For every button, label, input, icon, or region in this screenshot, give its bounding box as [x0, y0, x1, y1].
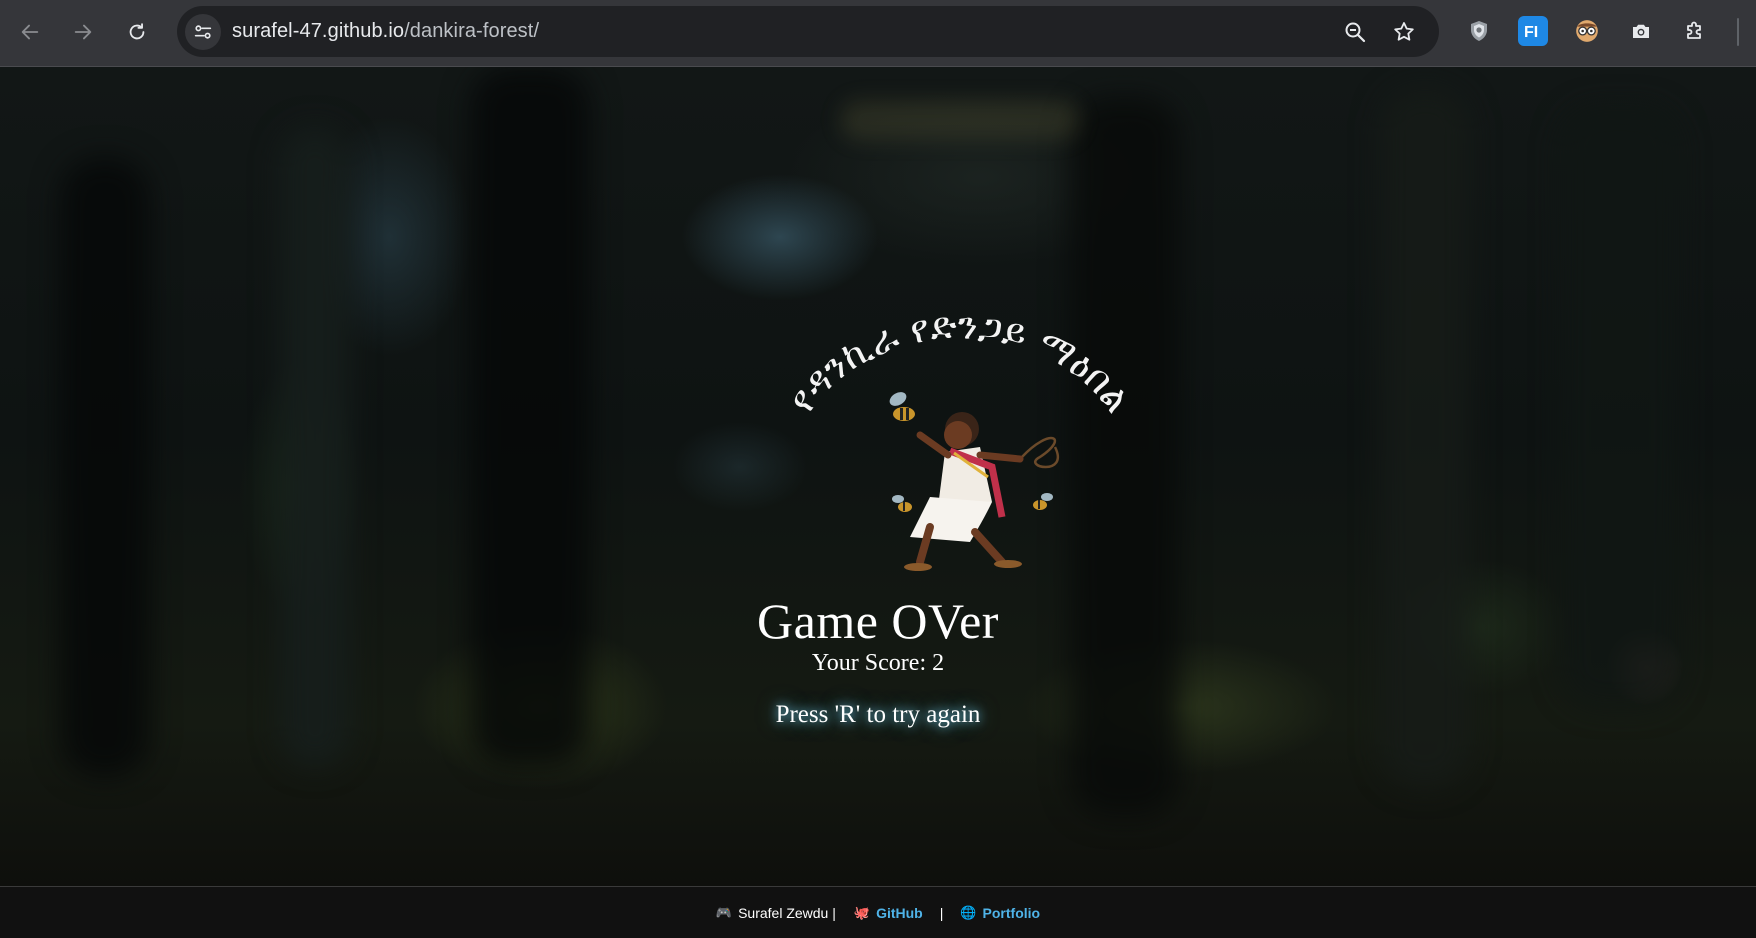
- bookmark-button[interactable]: [1390, 18, 1418, 46]
- whip-icon: [1021, 437, 1059, 469]
- background-tree: [60, 157, 150, 777]
- forward-button[interactable]: [65, 14, 101, 50]
- github-link-wrap: 🐙 GitHub: [854, 905, 923, 921]
- star-icon: [1394, 22, 1414, 41]
- score-text: Your Score: 2: [811, 650, 945, 676]
- arrow-right-icon: [74, 24, 92, 40]
- logo-arc-text: የዳንኪራ የድንጋይ ማዕበል: [779, 303, 1140, 420]
- camera-icon: [1633, 24, 1649, 38]
- author-name: Surafel Zewdu |: [738, 904, 836, 921]
- portfolio-link-wrap: 🌐 Portfolio: [960, 905, 1040, 921]
- gamepad-icon: 🎮: [715, 904, 733, 920]
- zoom-out-icon: [1345, 22, 1366, 43]
- back-button[interactable]: [12, 14, 48, 50]
- logo-illustration: የዳንኪራ የድንጋይ ማዕበል: [779, 303, 1140, 571]
- fi-icon: FI: [1524, 24, 1538, 41]
- browser-toolbar: surafel-47.github.io/dankira-forest/ FI: [0, 0, 1756, 67]
- reload-button[interactable]: [119, 14, 155, 50]
- extensions-button[interactable]: [1680, 16, 1710, 46]
- octopus-icon: 🐙: [853, 904, 871, 920]
- url-text[interactable]: surafel-47.github.io/dankira-forest/: [232, 20, 539, 43]
- svg-text:FI: FI: [1524, 24, 1538, 41]
- github-link[interactable]: GitHub: [876, 905, 923, 921]
- puzzle-icon: [1687, 21, 1701, 39]
- extension-screenshot[interactable]: [1626, 16, 1656, 46]
- url-path: /dankira-forest/: [404, 20, 540, 42]
- globe-icon: 🌐: [960, 904, 977, 920]
- page-footer: 🎮 Surafel Zewdu | 🐙 GitHub | 🌐 Portfolio: [0, 886, 1756, 938]
- site-info-button[interactable]: [185, 14, 221, 50]
- shield-icon: [1471, 21, 1487, 41]
- background-light: [840, 100, 1080, 140]
- game-screen[interactable]: የዳንኪራ የድንጋይ ማዕበል Game OVer Your Score: 2…: [0, 67, 1756, 886]
- portfolio-link[interactable]: Portfolio: [983, 905, 1041, 921]
- background-tree: [1380, 87, 1470, 787]
- arrow-left-icon: [21, 24, 39, 40]
- bee-icon: [1033, 493, 1053, 510]
- url-domain: surafel-47.github.io: [232, 20, 405, 42]
- game-over-title: Game OVer: [757, 593, 999, 649]
- toolbar-divider: [1737, 18, 1739, 46]
- bee-icon: [892, 495, 912, 512]
- extension-fi[interactable]: FI: [1518, 16, 1548, 46]
- bee-icon: [889, 392, 915, 421]
- retry-hint: Press 'R' to try again: [775, 701, 981, 728]
- reload-icon: [129, 23, 145, 40]
- tune-icon: [194, 25, 212, 39]
- address-bar[interactable]: surafel-47.github.io/dankira-forest/: [177, 6, 1439, 57]
- zoom-button[interactable]: [1341, 18, 1369, 46]
- game-logo: የዳንኪራ የድንጋይ ማዕበል: [770, 303, 1140, 597]
- author-credit: 🎮 Surafel Zewdu |: [716, 905, 836, 921]
- extension-shield[interactable]: [1464, 16, 1494, 46]
- footer-separator: |: [939, 904, 944, 921]
- glasses-face-icon: [1576, 20, 1598, 42]
- dancing-boy-icon: [904, 412, 1024, 571]
- extension-glasses[interactable]: [1572, 16, 1602, 46]
